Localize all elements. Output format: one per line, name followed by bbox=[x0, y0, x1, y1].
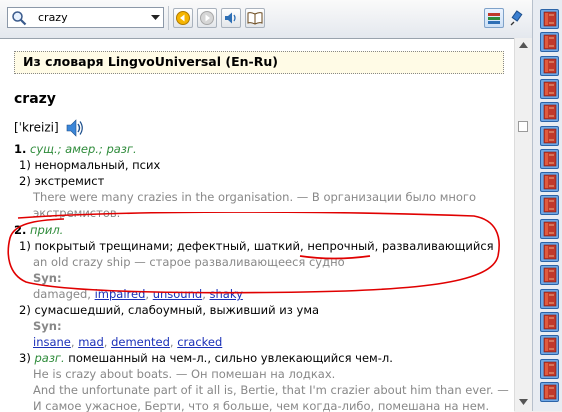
sense-row: 1) ненормальный, псих bbox=[19, 158, 160, 173]
dictionary-banner: Из словаря LingvoUniversal (En-Ru) bbox=[14, 51, 504, 74]
transcription: [ˈkreizi] bbox=[14, 120, 59, 135]
dictionary-book-icon[interactable] bbox=[540, 102, 559, 123]
pos1-labels: сущ.; амер.; разг. bbox=[30, 142, 137, 156]
sense-row: 1) покрытый трещинами; дефектный, шаткий… bbox=[19, 239, 494, 254]
dictionary-list-strip bbox=[532, 0, 562, 411]
sense-text: ненормальный, псих bbox=[34, 158, 161, 172]
back-button[interactable] bbox=[173, 8, 193, 28]
dictionary-book-icon[interactable] bbox=[540, 218, 559, 239]
pos1-number: 1. bbox=[14, 142, 27, 156]
sense-text: покрытый трещинами; дефектный, шаткий, bbox=[34, 239, 308, 253]
headword: crazy bbox=[14, 91, 56, 107]
pos2-header: 2. прил. bbox=[14, 223, 63, 238]
dictionary-book-icon[interactable] bbox=[540, 9, 559, 29]
dictionary-book-icon[interactable] bbox=[540, 381, 559, 402]
sense-number: 2) bbox=[19, 303, 31, 317]
dictionary-book-icon[interactable] bbox=[540, 78, 559, 99]
dictionary-book-icon[interactable] bbox=[540, 148, 559, 169]
sense-number: 1) bbox=[19, 158, 31, 172]
pos1-header: 1. сущ.; амер.; разг. bbox=[14, 142, 137, 157]
dictionary-book-icon[interactable] bbox=[540, 32, 559, 53]
synonym-plain: damaged, bbox=[33, 287, 95, 301]
example-text: And the unfortunate part of it all is, B… bbox=[33, 383, 509, 397]
synonym-link[interactable]: mad bbox=[78, 335, 104, 349]
dictionary-book-icon[interactable] bbox=[540, 311, 559, 332]
example-text: He is crazy about boats. — Он помешан на… bbox=[33, 367, 336, 381]
pin-icon[interactable] bbox=[510, 10, 524, 29]
synonym-link[interactable]: unsound bbox=[153, 287, 202, 301]
syn-label: Syn: bbox=[33, 271, 62, 285]
arrow-left-icon bbox=[176, 11, 190, 25]
open-book-button[interactable] bbox=[245, 8, 265, 28]
chevron-down-icon[interactable] bbox=[147, 8, 163, 27]
sense-row: 2) экстремист bbox=[19, 174, 104, 189]
sense-number: 3) bbox=[19, 351, 31, 365]
scroll-down-icon[interactable] bbox=[519, 399, 528, 405]
vertical-scrollbar[interactable] bbox=[514, 38, 532, 411]
sense-text: сумасшедший, слабоумный, выживший из ума bbox=[34, 303, 320, 317]
synonym-link[interactable]: cracked bbox=[177, 335, 222, 349]
synonym-link[interactable]: impaired bbox=[95, 287, 146, 301]
toolbar-separator bbox=[168, 6, 169, 30]
search-input[interactable]: crazy bbox=[38, 11, 68, 24]
open-book-icon bbox=[247, 12, 263, 25]
synonym-link[interactable]: demented bbox=[111, 335, 170, 349]
article-pane[interactable]: Из словаря LingvoUniversal (En-Ru) crazy… bbox=[0, 38, 514, 412]
sense-text: помешанный на чем-л., сильно увлекающийс… bbox=[64, 351, 393, 365]
sense-number: 2) bbox=[19, 174, 31, 188]
dictionary-book-icon[interactable] bbox=[540, 195, 559, 216]
example-text: экстремистов. bbox=[33, 206, 121, 220]
dictionary-book-icon[interactable] bbox=[540, 55, 559, 76]
pos2-label: прил. bbox=[30, 223, 64, 237]
dictionary-book-icon[interactable] bbox=[540, 172, 559, 193]
sense-row: 3) разг. помешанный на чем-л., сильно ув… bbox=[19, 351, 393, 366]
synonym-link[interactable]: shaky bbox=[210, 287, 243, 301]
sense-text-highlighted: непрочный bbox=[307, 239, 375, 253]
arrow-right-icon bbox=[200, 11, 214, 25]
dictionary-book-icon[interactable] bbox=[540, 288, 559, 309]
sense-number: 1) bbox=[19, 239, 31, 253]
dictionary-book-icon[interactable] bbox=[540, 125, 559, 146]
pos2-number: 2. bbox=[14, 223, 27, 237]
example-text: И самое ужасное, Берти, что я больше, че… bbox=[33, 399, 490, 412]
syn-label: Syn: bbox=[33, 319, 62, 333]
toolbar: crazy bbox=[0, 0, 532, 39]
scroll-up-icon[interactable] bbox=[519, 42, 528, 48]
usage-label: разг. bbox=[34, 351, 65, 365]
search-combobox[interactable]: crazy bbox=[7, 7, 164, 28]
scroll-thumb[interactable] bbox=[518, 121, 528, 132]
transcription-row: [ˈkreizi] bbox=[14, 118, 85, 138]
speaker-icon bbox=[225, 12, 236, 24]
speaker-icon[interactable] bbox=[65, 118, 85, 138]
sense-text: экстремист bbox=[34, 174, 105, 188]
synonym-row: insane, mad, demented, cracked bbox=[33, 335, 223, 349]
dictionary-book-icon[interactable] bbox=[540, 242, 559, 262]
books-icon bbox=[488, 13, 500, 24]
dictionaries-button[interactable] bbox=[484, 8, 504, 28]
synonym-row: damaged, impaired, unsound, shaky bbox=[33, 287, 243, 301]
synonym-link[interactable]: insane bbox=[33, 335, 71, 349]
search-icon bbox=[12, 11, 27, 26]
red-annotation-ellipse bbox=[7, 212, 500, 294]
dictionary-book-icon[interactable] bbox=[540, 265, 559, 286]
example-text: There were many crazies in the organisat… bbox=[33, 190, 477, 204]
sense-row: 2) сумасшедший, слабоумный, выживший из … bbox=[19, 303, 319, 318]
dictionary-book-icon[interactable] bbox=[540, 358, 559, 379]
dictionary-book-icon[interactable] bbox=[540, 335, 559, 356]
sound-button[interactable] bbox=[221, 8, 241, 28]
sense-text: , разваливающийся bbox=[374, 239, 494, 253]
example-text: an old crazy ship — старое разваливающее… bbox=[33, 255, 345, 269]
forward-button[interactable] bbox=[197, 8, 217, 28]
